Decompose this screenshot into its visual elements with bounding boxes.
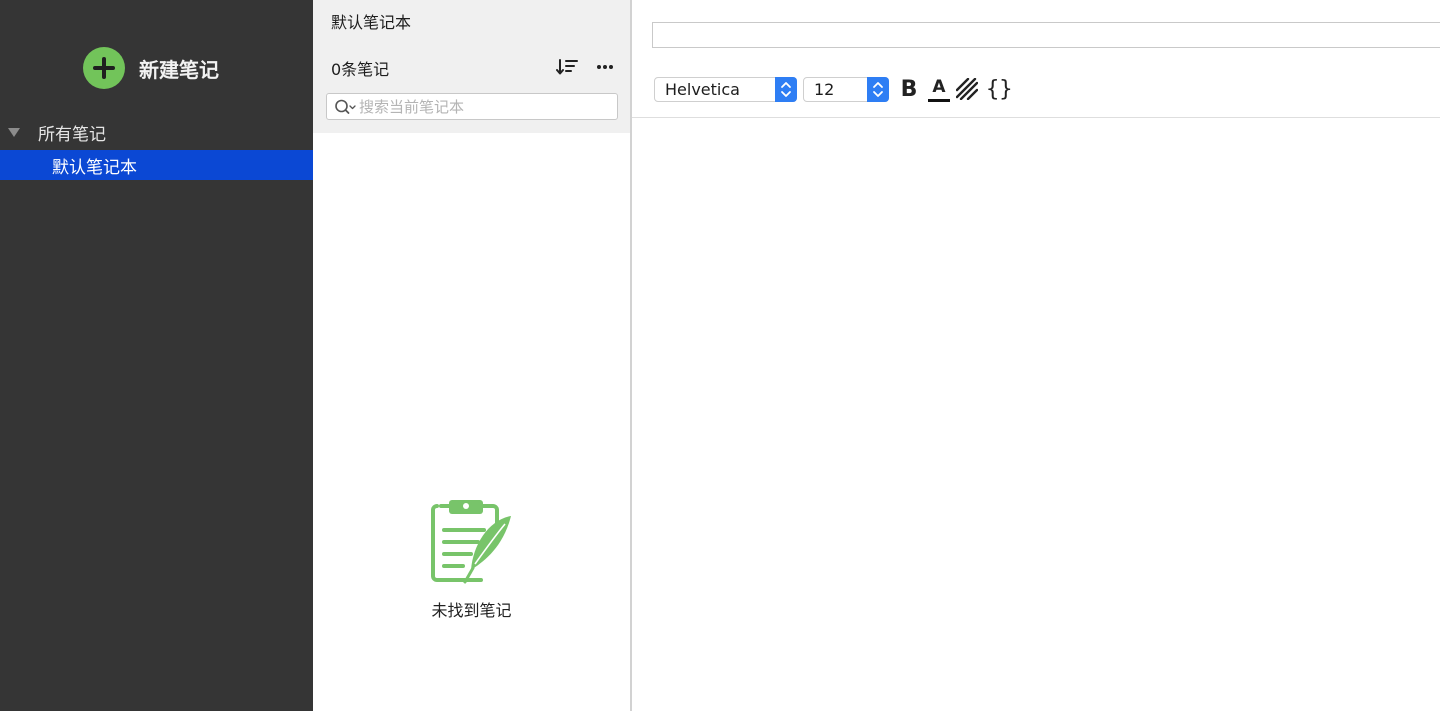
more-icon bbox=[597, 65, 613, 69]
text-color-icon: A bbox=[932, 77, 946, 97]
tree-item-label: 默认笔记本 bbox=[52, 157, 137, 178]
empty-state-label: 未找到笔记 bbox=[431, 601, 512, 620]
font-size-select[interactable]: 12 bbox=[803, 77, 889, 102]
disclosure-triangle-icon[interactable] bbox=[8, 127, 20, 137]
text-color-button[interactable]: A bbox=[928, 77, 950, 103]
up-down-chevron-icon bbox=[781, 82, 791, 97]
more-options-button[interactable] bbox=[595, 57, 615, 77]
search-box[interactable] bbox=[326, 93, 618, 120]
note-list-panel: 默认笔记本 0条笔记 搜索当前笔记本 未找到笔记 bbox=[313, 0, 630, 711]
editor-panel: Helvetica 12 B A {} bbox=[632, 0, 1440, 711]
font-family-value: Helvetica bbox=[665, 80, 740, 99]
new-note-button[interactable]: 新建笔记 bbox=[83, 47, 219, 89]
up-down-chevron-icon bbox=[873, 82, 883, 97]
sidebar: 新建笔记 所有笔记 默认笔记本 bbox=[0, 0, 313, 711]
tree-item-default-notebook[interactable]: 默认笔记本 bbox=[0, 150, 313, 180]
code-button[interactable]: {} bbox=[986, 77, 1013, 103]
new-note-label: 新建笔记 bbox=[139, 57, 219, 82]
font-size-stepper[interactable] bbox=[867, 77, 889, 102]
sort-button[interactable] bbox=[556, 57, 578, 77]
tree-item-all-notes[interactable]: 所有笔记 bbox=[0, 117, 313, 147]
text-color-underline bbox=[928, 99, 950, 102]
search-input[interactable] bbox=[359, 97, 609, 116]
tree-item-label: 所有笔记 bbox=[38, 124, 106, 145]
font-family-stepper[interactable] bbox=[775, 77, 797, 102]
note-list-header: 默认笔记本 0条笔记 bbox=[313, 0, 630, 133]
note-title-input[interactable] bbox=[652, 22, 1440, 48]
notebook-title: 默认笔记本 bbox=[331, 13, 412, 32]
highlight-button[interactable] bbox=[955, 77, 979, 101]
font-size-value: 12 bbox=[814, 80, 835, 99]
highlight-icon bbox=[955, 77, 979, 101]
bold-button[interactable]: B bbox=[899, 77, 919, 103]
empty-notes-icon bbox=[431, 500, 511, 584]
note-count: 0条笔记 bbox=[331, 60, 390, 79]
sort-icon bbox=[556, 59, 578, 75]
search-icon[interactable] bbox=[334, 98, 356, 116]
editor-body[interactable] bbox=[632, 118, 1440, 711]
font-family-select[interactable]: Helvetica bbox=[654, 77, 797, 102]
plus-icon bbox=[83, 47, 125, 89]
